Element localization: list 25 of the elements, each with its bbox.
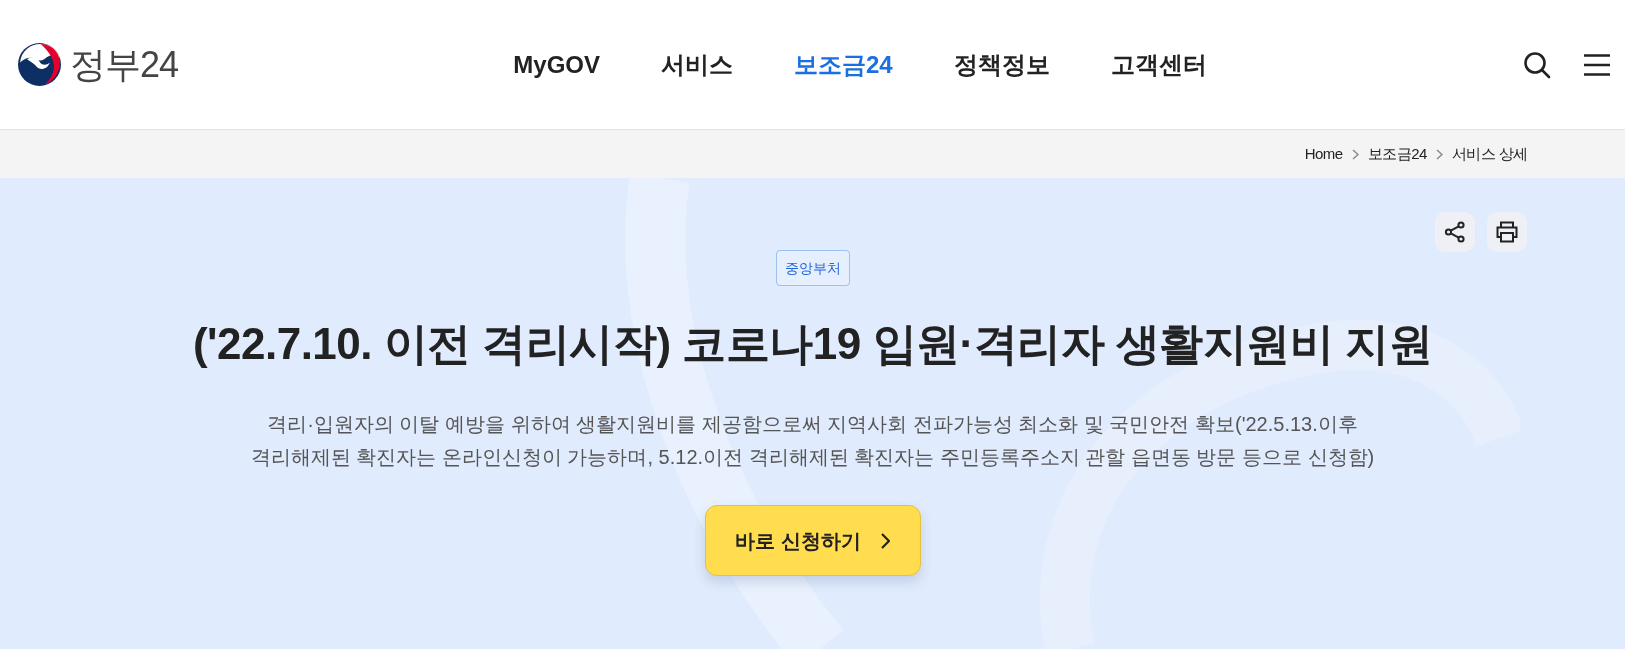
search-icon bbox=[1523, 50, 1551, 79]
site-logo[interactable]: 정부24 bbox=[17, 42, 179, 87]
chevron-right-icon bbox=[880, 532, 890, 549]
nav-link[interactable]: MyGOV bbox=[513, 46, 600, 83]
nav-link[interactable]: 고객센터 bbox=[1110, 46, 1207, 83]
share-button[interactable] bbox=[1435, 212, 1475, 252]
search-button[interactable] bbox=[1522, 49, 1552, 80]
page-title: ('22.7.10. 이전 격리시작) 코로나19 입원·격리자 생활지원비 지원 bbox=[192, 318, 1433, 370]
printer-icon bbox=[1495, 221, 1519, 243]
circle-logo-icon bbox=[17, 42, 62, 87]
breadcrumb-link[interactable]: 보조금24 bbox=[1367, 142, 1427, 166]
nav-link[interactable]: 정책정보 bbox=[953, 46, 1050, 83]
menu-icon bbox=[1584, 53, 1610, 76]
nav-link[interactable]: 서비스 bbox=[661, 46, 733, 83]
breadcrumb-link[interactable]: 서비스 상세 bbox=[1451, 142, 1528, 166]
chevron-right-icon bbox=[1435, 148, 1443, 160]
nav-link[interactable]: 보조금24 bbox=[794, 46, 893, 83]
share-icon bbox=[1444, 221, 1466, 243]
breadcrumb-link[interactable]: Home bbox=[1304, 142, 1343, 166]
logo-text: 정부24 bbox=[70, 46, 179, 83]
service-description: 격리·입원자의 이탈 예방을 위하여 생활지원비를 제공함으로써 지역사회 전파가능성 최소화 및 국민안전 확보('22.5.13.이후 격리해제된 확진자는 온라인신청이 가능하며, 5.12.이전 격리해제된 확진자는 주민등록주소지 관할 읍면동 방문 등으로 신청함) bbox=[249, 412, 1376, 470]
print-button[interactable] bbox=[1487, 212, 1527, 252]
category-tag: 중앙부처 bbox=[775, 250, 850, 286]
chevron-right-icon bbox=[1351, 148, 1359, 160]
apply-button[interactable]: 바로 신청하기 bbox=[704, 505, 921, 576]
